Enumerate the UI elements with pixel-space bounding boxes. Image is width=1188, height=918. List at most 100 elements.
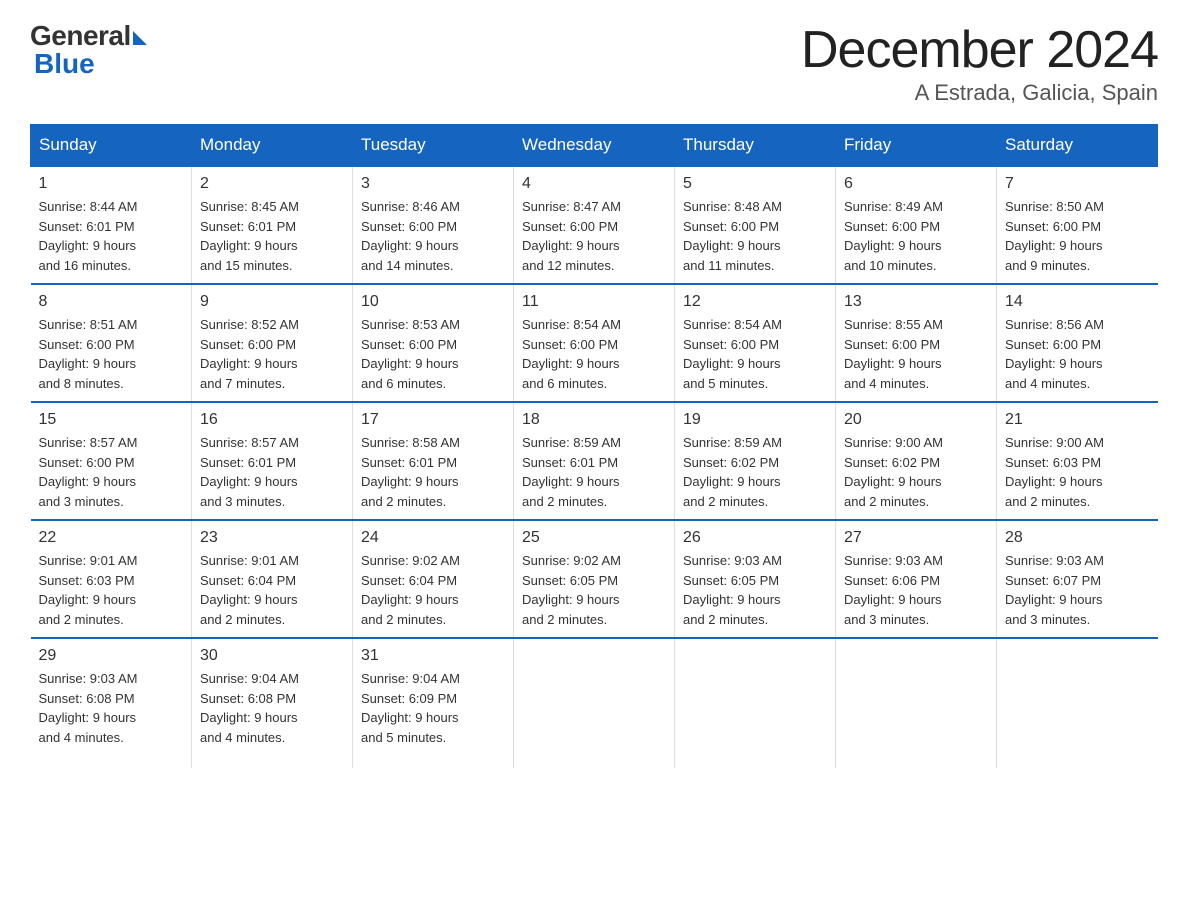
day-info: Sunrise: 9:01 AM Sunset: 6:03 PM Dayligh… [39,551,184,629]
day-number: 22 [39,529,184,547]
calendar-day-cell: 25 Sunrise: 9:02 AM Sunset: 6:05 PM Dayl… [514,520,675,638]
day-info: Sunrise: 8:47 AM Sunset: 6:00 PM Dayligh… [522,197,666,275]
calendar-day-cell: 26 Sunrise: 9:03 AM Sunset: 6:05 PM Dayl… [675,520,836,638]
day-number: 19 [683,411,827,429]
day-info: Sunrise: 8:59 AM Sunset: 6:01 PM Dayligh… [522,433,666,511]
day-number: 23 [200,529,344,547]
day-info: Sunrise: 8:53 AM Sunset: 6:00 PM Dayligh… [361,315,505,393]
calendar-day-cell: 10 Sunrise: 8:53 AM Sunset: 6:00 PM Dayl… [353,284,514,402]
day-info: Sunrise: 8:54 AM Sunset: 6:00 PM Dayligh… [683,315,827,393]
day-of-week-header: Saturday [997,125,1158,167]
day-info: Sunrise: 8:55 AM Sunset: 6:00 PM Dayligh… [844,315,988,393]
day-info: Sunrise: 9:03 AM Sunset: 6:08 PM Dayligh… [39,669,184,747]
calendar-day-cell: 3 Sunrise: 8:46 AM Sunset: 6:00 PM Dayli… [353,166,514,284]
calendar-day-cell: 17 Sunrise: 8:58 AM Sunset: 6:01 PM Dayl… [353,402,514,520]
calendar-day-cell [675,638,836,768]
calendar-day-cell: 20 Sunrise: 9:00 AM Sunset: 6:02 PM Dayl… [836,402,997,520]
day-info: Sunrise: 8:59 AM Sunset: 6:02 PM Dayligh… [683,433,827,511]
day-number: 16 [200,411,344,429]
calendar-subtitle: A Estrada, Galicia, Spain [801,80,1158,106]
day-info: Sunrise: 9:04 AM Sunset: 6:09 PM Dayligh… [361,669,505,747]
calendar-day-cell: 22 Sunrise: 9:01 AM Sunset: 6:03 PM Dayl… [31,520,192,638]
day-number: 25 [522,529,666,547]
day-of-week-header: Thursday [675,125,836,167]
calendar-day-cell: 8 Sunrise: 8:51 AM Sunset: 6:00 PM Dayli… [31,284,192,402]
day-number: 26 [683,529,827,547]
calendar-week-row: 15 Sunrise: 8:57 AM Sunset: 6:00 PM Dayl… [31,402,1158,520]
day-number: 15 [39,411,184,429]
day-info: Sunrise: 8:52 AM Sunset: 6:00 PM Dayligh… [200,315,344,393]
calendar-day-cell: 23 Sunrise: 9:01 AM Sunset: 6:04 PM Dayl… [192,520,353,638]
calendar-day-cell: 1 Sunrise: 8:44 AM Sunset: 6:01 PM Dayli… [31,166,192,284]
day-number: 27 [844,529,988,547]
page-header: General Blue December 2024 A Estrada, Ga… [30,20,1158,106]
day-number: 13 [844,293,988,311]
day-info: Sunrise: 9:01 AM Sunset: 6:04 PM Dayligh… [200,551,344,629]
day-info: Sunrise: 8:56 AM Sunset: 6:00 PM Dayligh… [1005,315,1150,393]
calendar-day-cell: 6 Sunrise: 8:49 AM Sunset: 6:00 PM Dayli… [836,166,997,284]
day-number: 14 [1005,293,1150,311]
logo-blue-text: Blue [30,48,95,80]
day-number: 8 [39,293,184,311]
day-info: Sunrise: 8:57 AM Sunset: 6:00 PM Dayligh… [39,433,184,511]
day-info: Sunrise: 9:00 AM Sunset: 6:03 PM Dayligh… [1005,433,1150,511]
day-of-week-header: Wednesday [514,125,675,167]
calendar-day-cell: 5 Sunrise: 8:48 AM Sunset: 6:00 PM Dayli… [675,166,836,284]
calendar-day-cell: 29 Sunrise: 9:03 AM Sunset: 6:08 PM Dayl… [31,638,192,768]
calendar-title: December 2024 [801,20,1158,80]
calendar-day-cell: 9 Sunrise: 8:52 AM Sunset: 6:00 PM Dayli… [192,284,353,402]
day-of-week-header: Sunday [31,125,192,167]
calendar-week-row: 1 Sunrise: 8:44 AM Sunset: 6:01 PM Dayli… [31,166,1158,284]
calendar-day-cell: 7 Sunrise: 8:50 AM Sunset: 6:00 PM Dayli… [997,166,1158,284]
day-number: 5 [683,175,827,193]
calendar-day-cell: 31 Sunrise: 9:04 AM Sunset: 6:09 PM Dayl… [353,638,514,768]
logo: General Blue [30,20,147,80]
calendar-day-cell: 11 Sunrise: 8:54 AM Sunset: 6:00 PM Dayl… [514,284,675,402]
calendar-day-cell [997,638,1158,768]
calendar-day-cell: 19 Sunrise: 8:59 AM Sunset: 6:02 PM Dayl… [675,402,836,520]
day-number: 6 [844,175,988,193]
day-info: Sunrise: 9:02 AM Sunset: 6:05 PM Dayligh… [522,551,666,629]
calendar-week-row: 22 Sunrise: 9:01 AM Sunset: 6:03 PM Dayl… [31,520,1158,638]
calendar-day-cell: 13 Sunrise: 8:55 AM Sunset: 6:00 PM Dayl… [836,284,997,402]
calendar-day-cell: 24 Sunrise: 9:02 AM Sunset: 6:04 PM Dayl… [353,520,514,638]
calendar-day-cell [514,638,675,768]
day-number: 7 [1005,175,1150,193]
day-number: 20 [844,411,988,429]
day-info: Sunrise: 9:04 AM Sunset: 6:08 PM Dayligh… [200,669,344,747]
calendar-day-cell: 30 Sunrise: 9:04 AM Sunset: 6:08 PM Dayl… [192,638,353,768]
day-number: 18 [522,411,666,429]
calendar-header-row: SundayMondayTuesdayWednesdayThursdayFrid… [31,125,1158,167]
day-info: Sunrise: 8:48 AM Sunset: 6:00 PM Dayligh… [683,197,827,275]
calendar-day-cell: 2 Sunrise: 8:45 AM Sunset: 6:01 PM Dayli… [192,166,353,284]
day-number: 10 [361,293,505,311]
calendar-day-cell: 14 Sunrise: 8:56 AM Sunset: 6:00 PM Dayl… [997,284,1158,402]
calendar-week-row: 8 Sunrise: 8:51 AM Sunset: 6:00 PM Dayli… [31,284,1158,402]
day-info: Sunrise: 8:44 AM Sunset: 6:01 PM Dayligh… [39,197,184,275]
calendar-week-row: 29 Sunrise: 9:03 AM Sunset: 6:08 PM Dayl… [31,638,1158,768]
day-info: Sunrise: 9:02 AM Sunset: 6:04 PM Dayligh… [361,551,505,629]
calendar-day-cell: 18 Sunrise: 8:59 AM Sunset: 6:01 PM Dayl… [514,402,675,520]
calendar-day-cell: 12 Sunrise: 8:54 AM Sunset: 6:00 PM Dayl… [675,284,836,402]
day-info: Sunrise: 9:03 AM Sunset: 6:06 PM Dayligh… [844,551,988,629]
calendar-day-cell: 16 Sunrise: 8:57 AM Sunset: 6:01 PM Dayl… [192,402,353,520]
day-number: 21 [1005,411,1150,429]
day-of-week-header: Tuesday [353,125,514,167]
day-number: 9 [200,293,344,311]
day-info: Sunrise: 9:00 AM Sunset: 6:02 PM Dayligh… [844,433,988,511]
day-info: Sunrise: 8:58 AM Sunset: 6:01 PM Dayligh… [361,433,505,511]
calendar-day-cell: 21 Sunrise: 9:00 AM Sunset: 6:03 PM Dayl… [997,402,1158,520]
day-number: 30 [200,647,344,665]
day-info: Sunrise: 8:57 AM Sunset: 6:01 PM Dayligh… [200,433,344,511]
day-number: 2 [200,175,344,193]
day-number: 31 [361,647,505,665]
calendar-table: SundayMondayTuesdayWednesdayThursdayFrid… [30,124,1158,768]
day-number: 12 [683,293,827,311]
calendar-day-cell: 15 Sunrise: 8:57 AM Sunset: 6:00 PM Dayl… [31,402,192,520]
day-of-week-header: Monday [192,125,353,167]
day-number: 24 [361,529,505,547]
day-info: Sunrise: 8:54 AM Sunset: 6:00 PM Dayligh… [522,315,666,393]
day-number: 29 [39,647,184,665]
day-number: 17 [361,411,505,429]
day-info: Sunrise: 8:50 AM Sunset: 6:00 PM Dayligh… [1005,197,1150,275]
